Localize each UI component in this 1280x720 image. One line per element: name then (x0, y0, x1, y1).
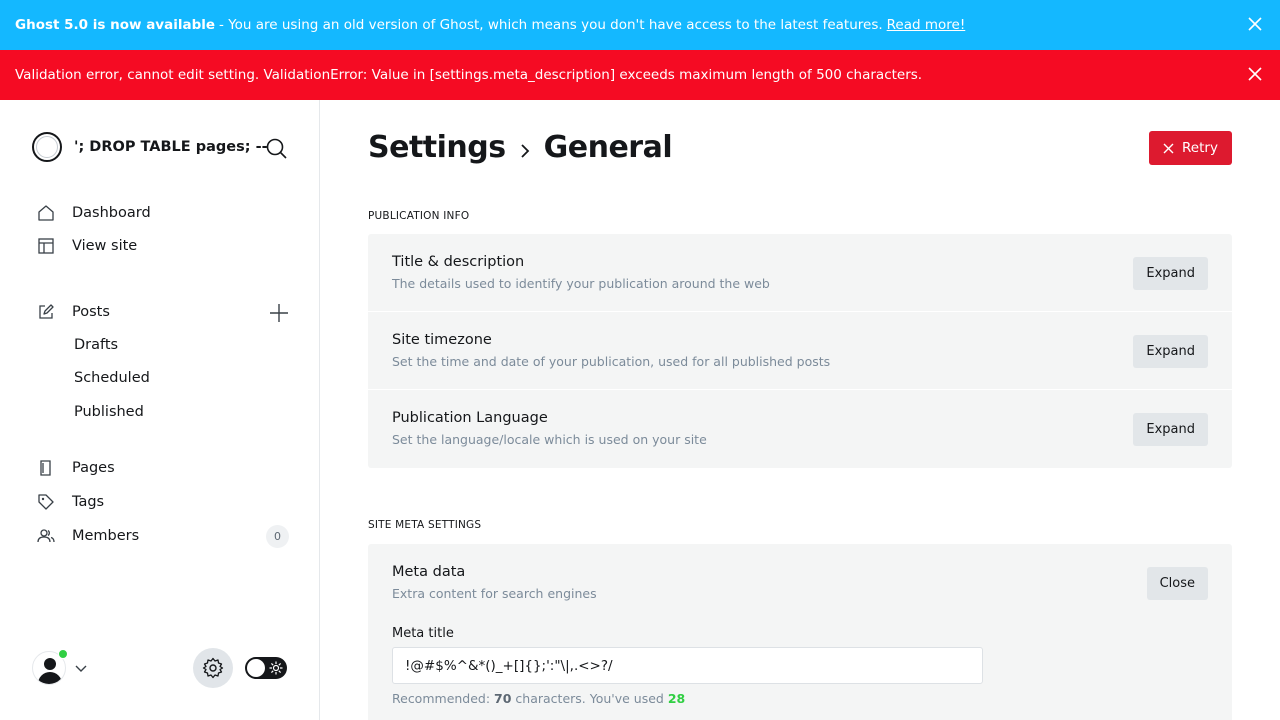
section-label-publication-info: Publication info (368, 210, 470, 222)
site-brand[interactable]: '; DROP TABLE pages; -- (32, 132, 268, 162)
plus-icon[interactable] (268, 302, 290, 324)
users-icon (36, 526, 56, 546)
upgrade-banner-text: - You are using an old version of Ghost,… (219, 17, 883, 33)
sidebar-item-published[interactable]: Published (74, 404, 144, 420)
site-name: '; DROP TABLE pages; -- (74, 139, 268, 155)
retry-label: Retry (1182, 140, 1218, 156)
error-banner-text: Validation error, cannot edit setting. V… (15, 67, 923, 83)
retry-button[interactable]: Retry (1149, 131, 1232, 165)
online-status-dot (58, 649, 68, 659)
read-more-link[interactable]: Read more! (887, 17, 966, 33)
setting-row-title-description: Title & description The details used to … (368, 234, 1232, 312)
sidebar-item-scheduled[interactable]: Scheduled (74, 370, 150, 386)
site-logo (32, 132, 62, 162)
expand-button[interactable]: Expand (1133, 257, 1208, 290)
sun-icon (269, 661, 283, 675)
meta-title-input[interactable]: !@#$%^&*()_+[]{};':"\|,.<>?/ (392, 647, 983, 684)
sidebar-item-pages[interactable]: Pages (36, 458, 115, 478)
members-count-badge: 0 (266, 525, 289, 548)
sidebar-item-dashboard[interactable]: Dashboard (36, 203, 151, 223)
layout-icon (36, 236, 56, 256)
upgrade-banner-title: Ghost 5.0 is now available (15, 17, 216, 33)
sidebar-item-posts[interactable]: Posts (36, 302, 110, 322)
edit-icon (36, 302, 56, 322)
sidebar-item-label: View site (72, 238, 138, 254)
breadcrumb-general: General (543, 130, 673, 165)
search-icon[interactable] (264, 136, 290, 162)
setting-title: Site timezone (392, 332, 492, 348)
close-icon (1163, 143, 1174, 153)
sidebar-item-tags[interactable]: Tags (36, 492, 104, 512)
home-icon (36, 203, 56, 223)
chevron-down-icon (75, 665, 87, 672)
setting-description: The details used to identify your public… (392, 276, 770, 291)
publication-info-panel: Title & description The details used to … (368, 234, 1232, 468)
hint-recommended-count: 70 (494, 691, 512, 706)
sidebar-item-members[interactable]: Members (36, 526, 139, 546)
setting-title: Publication Language (392, 410, 548, 426)
main-content: Settings General Retry Publication info … (320, 100, 1280, 720)
sidebar-item-label: Posts (72, 304, 110, 320)
close-icon[interactable] (1248, 17, 1262, 31)
section-label-site-meta: Site meta settings (368, 519, 482, 531)
expand-button[interactable]: Expand (1133, 335, 1208, 368)
meta-data-panel: Meta data Extra content for search engin… (368, 544, 1232, 720)
breadcrumb-settings[interactable]: Settings (368, 130, 506, 165)
sidebar-item-label: Tags (72, 494, 105, 510)
sidebar: '; DROP TABLE pages; -- Dashboard View s… (0, 100, 320, 720)
hint-prefix: Recommended: (392, 691, 495, 706)
sidebar-item-label: Members (72, 528, 140, 544)
page-icon (36, 458, 56, 478)
chevron-right-icon (520, 143, 529, 158)
setting-description: Set the language/locale which is used on… (392, 432, 707, 447)
hint-used-count: 28 (667, 691, 686, 706)
sidebar-item-drafts[interactable]: Drafts (74, 337, 118, 353)
tag-icon (36, 492, 56, 512)
meta-title-label: Meta title (392, 626, 454, 641)
sidebar-item-label: Dashboard (72, 205, 151, 221)
setting-description: Set the time and date of your publicatio… (392, 354, 831, 369)
expand-button[interactable]: Expand (1133, 413, 1208, 446)
setting-description: Extra content for search engines (392, 586, 597, 601)
setting-title: Title & description (392, 254, 525, 270)
page-title: Settings General (368, 130, 673, 165)
setting-row-site-timezone: Site timezone Set the time and date of y… (368, 312, 1232, 390)
meta-title-hint: Recommended: 70 characters. You've used … (392, 691, 685, 706)
theme-toggle[interactable] (245, 657, 287, 679)
close-icon[interactable] (1248, 67, 1262, 81)
upgrade-banner: Ghost 5.0 is now available - You are usi… (0, 0, 1280, 50)
error-banner: Validation error, cannot edit setting. V… (0, 50, 1280, 100)
sidebar-item-label: Pages (72, 460, 115, 476)
sidebar-item-view-site[interactable]: View site (36, 236, 137, 256)
gear-icon (202, 657, 224, 679)
setting-row-publication-language: Publication Language Set the language/lo… (368, 390, 1232, 468)
settings-button[interactable] (193, 648, 233, 688)
close-button[interactable]: Close (1146, 567, 1208, 600)
setting-title: Meta data (392, 564, 466, 580)
user-menu[interactable] (32, 649, 88, 685)
hint-middle: characters. You've used (511, 691, 668, 706)
